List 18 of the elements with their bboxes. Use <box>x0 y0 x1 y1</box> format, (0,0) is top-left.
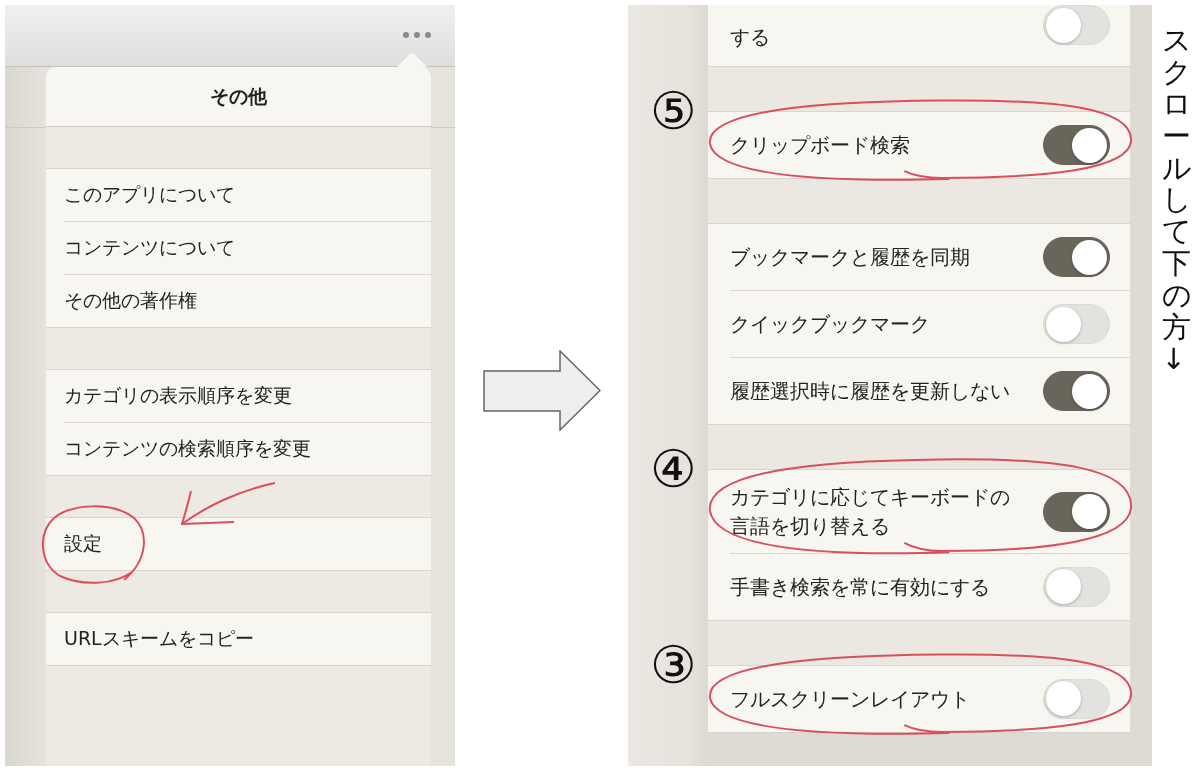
annotation-number: ⑤ <box>650 85 697 138</box>
popover-title: その他 <box>210 83 267 109</box>
toggle-switch[interactable] <box>1043 125 1110 166</box>
toggle-switch[interactable] <box>1043 371 1110 412</box>
setting-label: フルスクリーンレイアウト <box>730 685 970 713</box>
annotation-number: ③ <box>650 638 697 691</box>
setting-label: カテゴリに応じてキーボードの言語を切り替える <box>730 484 1011 540</box>
side-note: スクロールして下の方↓ <box>1161 25 1191 376</box>
annotation-number: ④ <box>650 443 697 496</box>
setting-label: ブックマークと履歴を同期 <box>730 243 970 271</box>
setting-label: クリップボード検索 <box>730 131 910 159</box>
setting-label: 履歴選択時に履歴を更新しない <box>730 377 1010 405</box>
toggle-switch[interactable] <box>1043 237 1110 278</box>
setting-label: する <box>730 24 770 51</box>
more-icon[interactable] <box>403 31 431 38</box>
setting-label: クイックブックマーク <box>730 310 930 338</box>
toggle-switch[interactable] <box>1043 491 1110 532</box>
setting-label: 手書き検索を常に有効にする <box>730 573 990 601</box>
